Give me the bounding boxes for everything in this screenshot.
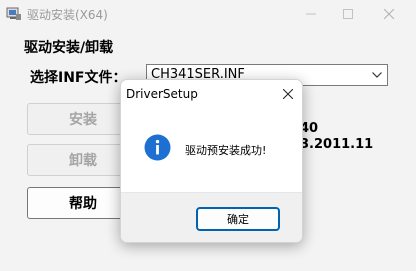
driver-info-line: 3.2011.11 bbox=[300, 137, 374, 152]
title-bar: 驱动安装(X64) bbox=[0, 0, 416, 28]
chevron-down-icon[interactable] bbox=[369, 65, 385, 85]
app-icon bbox=[6, 5, 22, 21]
maximize-button[interactable] bbox=[327, 0, 369, 28]
ok-button[interactable]: 确定 bbox=[196, 207, 280, 231]
group-title: 驱动安装/卸载 bbox=[24, 40, 114, 56]
maximize-icon bbox=[343, 9, 353, 19]
dialog-message: 驱动预安装成功! bbox=[185, 144, 267, 157]
dialog-title: DriverSetup bbox=[126, 87, 198, 101]
close-icon bbox=[283, 89, 293, 99]
info-icon bbox=[144, 134, 171, 161]
window-title: 驱动安装(X64) bbox=[27, 8, 108, 22]
driver-setup-dialog: DriverSetup 驱动预安装成功! 确定 bbox=[120, 79, 303, 243]
minimize-icon bbox=[306, 13, 316, 15]
dialog-body: 驱动预安装成功! bbox=[121, 112, 302, 192]
inf-file-label: 选择INF文件： bbox=[30, 70, 127, 86]
minimize-button[interactable] bbox=[290, 0, 332, 28]
dialog-footer: 确定 bbox=[121, 192, 302, 242]
dialog-close-button[interactable] bbox=[276, 82, 300, 106]
window-close-button[interactable] bbox=[368, 0, 410, 28]
close-icon bbox=[384, 9, 394, 19]
